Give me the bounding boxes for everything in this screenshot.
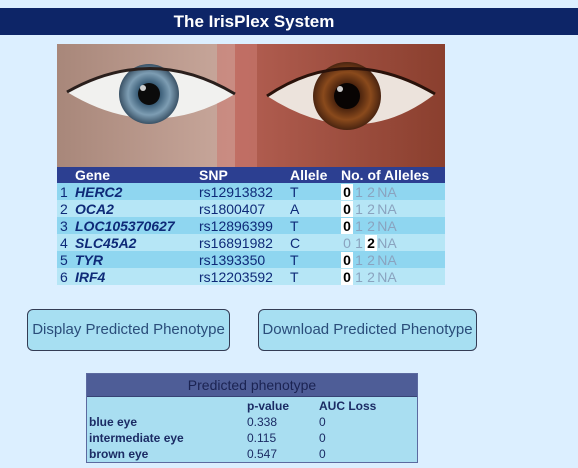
snp-row: 2 OCA2 rs1800407 A 0 1 2 NA	[57, 200, 445, 217]
header-allele: Allele	[290, 167, 341, 183]
phenotype-pvalue: 0.547	[247, 447, 278, 461]
eyes-illustration	[57, 44, 445, 167]
allele-count-option[interactable]: NA	[377, 235, 397, 251]
snp-row: 5 TYR rs1393350 T 0 1 2 NA	[57, 251, 445, 268]
snp-id: rs12203592	[199, 268, 290, 285]
row-number: 1	[57, 183, 75, 200]
gene-name: TYR	[75, 251, 199, 268]
allele-count-options: 0 1 2 NA	[341, 251, 445, 268]
allele-count-option[interactable]: 1	[353, 201, 365, 217]
allele-count-options: 0 1 2 NA	[341, 183, 445, 200]
gene-name: IRF4	[75, 268, 199, 285]
snp-id: rs12913832	[199, 183, 290, 200]
snp-row: 4 SLC45A2 rs16891982 C 0 1 2 NA	[57, 234, 445, 251]
allele-count-option[interactable]: 1	[353, 235, 365, 251]
row-number: 2	[57, 200, 75, 217]
snp-table: Gene SNP Allele No. of Alleles 1 HERC2 rs1…	[57, 167, 445, 285]
gene-name: HERC2	[75, 183, 199, 200]
allele-count-option[interactable]: 0	[341, 268, 353, 285]
eye-image	[57, 44, 445, 167]
snp-row: 1 HERC2 rs12913832 T 0 1 2 NA	[57, 183, 445, 200]
header-num	[57, 167, 75, 183]
allele-count-option[interactable]: 1	[353, 184, 365, 200]
phenotype-pvalue: 0.115	[247, 431, 277, 445]
allele-count-option[interactable]: 0	[341, 183, 353, 200]
snp-id: rs1393350	[199, 251, 290, 268]
gene-name: SLC45A2	[75, 234, 199, 251]
allele-count-option[interactable]: 0	[341, 200, 353, 217]
predicted-phenotype-panel: Predicted phenotype p-value AUC Loss blu…	[86, 373, 418, 463]
display-phenotype-button[interactable]: Display Predicted Phenotype	[27, 309, 230, 351]
allele-count-option[interactable]: 2	[365, 234, 377, 251]
allele-count-option[interactable]: NA	[377, 184, 397, 200]
phenotype-auc-loss: 0	[319, 447, 326, 461]
header-phenotype	[87, 397, 247, 414]
phenotype-row: intermediate eye 0.115 0	[87, 430, 417, 446]
row-number: 3	[57, 217, 75, 234]
snp-id: rs16891982	[199, 234, 290, 251]
allele-count-options: 0 1 2 NA	[341, 200, 445, 217]
allele-count-options: 0 1 2 NA	[341, 234, 445, 251]
phenotype-table-header: p-value AUC Loss	[87, 397, 417, 414]
snp-table-header: Gene SNP Allele No. of Alleles	[57, 167, 445, 183]
phenotype-auc-loss: 0	[319, 415, 326, 429]
gene-name: OCA2	[75, 200, 199, 217]
allele: C	[290, 234, 341, 251]
snp-id: rs12896399	[199, 217, 290, 234]
allele-count-option[interactable]: 0	[341, 217, 353, 234]
predicted-phenotype-title: Predicted phenotype	[87, 374, 417, 397]
allele-count-option[interactable]: 2	[365, 269, 377, 285]
phenotype-table: p-value AUC Loss blue eye 0.338 0 intermedi…	[87, 397, 417, 462]
allele: T	[290, 268, 341, 285]
allele: T	[290, 217, 341, 234]
header-pvalue: p-value	[247, 399, 290, 413]
allele-count-option[interactable]: 1	[353, 218, 365, 234]
allele-count-option[interactable]: 2	[365, 252, 377, 268]
allele-count-option[interactable]: 1	[353, 269, 365, 285]
allele-count-options: 0 1 2 NA	[341, 268, 445, 285]
allele-count-option[interactable]: NA	[377, 269, 397, 285]
header-allele-count: No. of Alleles	[341, 167, 445, 183]
snp-row: 6 IRF4 rs12203592 T 0 1 2 NA	[57, 268, 445, 285]
allele: A	[290, 200, 341, 217]
phenotype-auc-loss: 0	[319, 431, 326, 445]
allele-count-option[interactable]: 2	[365, 184, 377, 200]
allele-count-option[interactable]: NA	[377, 218, 397, 234]
snp-id: rs1800407	[199, 200, 290, 217]
allele-count-options: 0 1 2 NA	[341, 217, 445, 234]
allele-count-option[interactable]: NA	[377, 201, 397, 217]
phenotype-row: brown eye 0.547 0	[87, 446, 417, 462]
allele-count-option[interactable]: 2	[365, 201, 377, 217]
allele-count-option[interactable]: 2	[365, 218, 377, 234]
phenotype-row: blue eye 0.338 0	[87, 414, 417, 430]
header-gene: Gene	[75, 167, 199, 183]
phenotype-label: intermediate eye	[89, 431, 184, 445]
allele-count-option[interactable]: NA	[377, 252, 397, 268]
gene-name: LOC105370627	[75, 217, 199, 234]
download-phenotype-button[interactable]: Download Predicted Phenotype	[258, 309, 477, 351]
allele-count-option[interactable]: 0	[341, 235, 353, 251]
allele-count-option[interactable]: 1	[353, 252, 365, 268]
allele: T	[290, 251, 341, 268]
row-number: 5	[57, 251, 75, 268]
row-number: 6	[57, 268, 75, 285]
phenotype-label: blue eye	[89, 415, 138, 429]
row-number: 4	[57, 234, 75, 251]
allele: T	[290, 183, 341, 200]
phenotype-pvalue: 0.338	[247, 415, 278, 429]
phenotype-label: brown eye	[89, 447, 149, 461]
app-title-bar: The IrisPlex System	[0, 8, 578, 35]
allele-count-option[interactable]: 0	[341, 251, 353, 268]
header-auc-loss: AUC Loss	[319, 399, 377, 413]
snp-row: 3 LOC105370627 rs12896399 T 0 1 2 NA	[57, 217, 445, 234]
header-snp: SNP	[199, 167, 290, 183]
app-title: The IrisPlex System	[173, 12, 335, 31]
